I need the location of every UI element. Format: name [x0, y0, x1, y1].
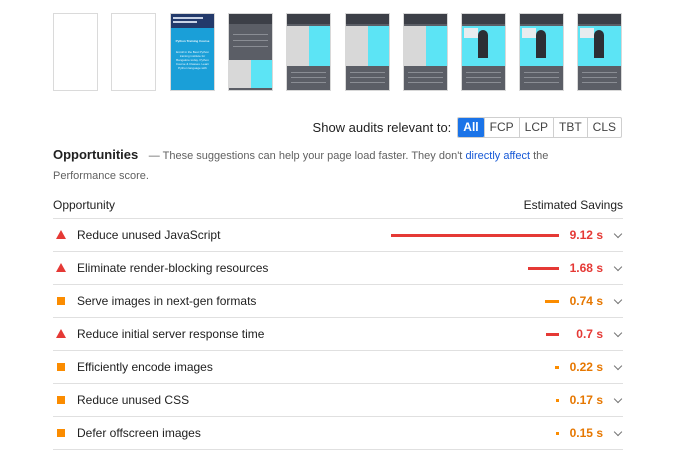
- filter-chip-all[interactable]: All: [458, 118, 484, 137]
- section-description: — These suggestions can help your page l…: [143, 150, 549, 162]
- filmstrip-body: Enroll in the Best Python training insti…: [175, 50, 210, 70]
- fail-triangle-icon: [56, 230, 66, 240]
- description-line2: Performance score.: [53, 170, 149, 182]
- filter-chip-group: All FCP LCP TBT CLS: [457, 117, 622, 138]
- chevron-down-icon[interactable]: [613, 328, 623, 338]
- filter-chip-lcp[interactable]: LCP: [518, 118, 553, 137]
- opportunity-row[interactable]: Reduce initial server response time 0.7 s: [53, 318, 623, 351]
- average-square-icon: [56, 428, 66, 438]
- savings-bar: [556, 432, 559, 435]
- table-body: Reduce unused JavaScript 9.12 s Eliminate …: [53, 219, 623, 450]
- opportunity-row[interactable]: Reduce unused CSS 0.17 s: [53, 384, 623, 417]
- chevron-down-icon[interactable]: [613, 295, 623, 305]
- opportunity-row[interactable]: Efficiently encode images 0.22 s: [53, 351, 623, 384]
- savings-bar: [556, 399, 559, 402]
- audit-filter: Show audits relevant to: All FCP LCP TBT…: [313, 117, 622, 138]
- savings-value: 9.12 s: [569, 228, 603, 242]
- savings-bar: [545, 300, 559, 303]
- chevron-down-icon[interactable]: [613, 262, 623, 272]
- savings-value: 0.15 s: [569, 426, 603, 440]
- savings-bar: [528, 267, 559, 270]
- filmstrip-frame: [228, 13, 273, 91]
- opportunity-row[interactable]: Eliminate render-blocking resources 1.68 …: [53, 252, 623, 285]
- table-header: Opportunity Estimated Savings: [53, 192, 623, 219]
- chevron-down-icon[interactable]: [613, 427, 623, 437]
- column-header-opportunity: Opportunity: [53, 198, 116, 212]
- filmstrip-frame: Python Training Course Enroll in the Bes…: [170, 13, 215, 91]
- chevron-down-icon[interactable]: [613, 361, 623, 371]
- chevron-down-icon[interactable]: [613, 229, 623, 239]
- savings-value: 0.22 s: [569, 360, 603, 374]
- opportunities-header: Opportunities — These suggestions can he…: [53, 145, 573, 186]
- fail-triangle-icon: [56, 329, 66, 339]
- opportunity-label: Reduce initial server response time: [77, 327, 265, 341]
- opportunity-label: Reduce unused CSS: [77, 393, 190, 407]
- filmstrip-frame: [345, 13, 390, 91]
- savings-value: 0.17 s: [569, 393, 603, 407]
- filmstrip-frame: [577, 13, 622, 91]
- filter-label: Show audits relevant to:: [312, 120, 452, 135]
- filmstrip-frame: [286, 13, 331, 91]
- opportunity-label: Eliminate render-blocking resources: [77, 261, 269, 275]
- average-square-icon: [56, 395, 66, 405]
- filter-chip-cls[interactable]: CLS: [586, 118, 621, 137]
- savings-bar: [555, 366, 559, 369]
- opportunity-label: Serve images in next-gen formats: [77, 294, 257, 308]
- average-square-icon: [56, 296, 66, 306]
- savings-value: 0.74 s: [569, 294, 603, 308]
- directly-affect-link[interactable]: directly affect: [465, 150, 530, 162]
- savings-value: 0.7 s: [576, 327, 603, 341]
- opportunity-row[interactable]: Serve images in next-gen formats 0.74 s: [53, 285, 623, 318]
- column-header-savings: Estimated Savings: [523, 198, 623, 212]
- opportunity-label: Defer offscreen images: [77, 426, 201, 440]
- description-suffix: the: [533, 150, 549, 162]
- opportunity-label: Efficiently encode images: [77, 360, 213, 374]
- description-text: — These suggestions can help your page l…: [148, 150, 463, 162]
- filter-chip-tbt[interactable]: TBT: [552, 118, 587, 137]
- opportunity-label: Reduce unused JavaScript: [77, 228, 221, 242]
- filter-chip-fcp[interactable]: FCP: [483, 118, 519, 137]
- filmstrip-frame: [403, 13, 448, 91]
- fail-triangle-icon: [56, 263, 66, 273]
- opportunity-row[interactable]: Defer offscreen images 0.15 s: [53, 417, 623, 450]
- filmstrip-frame: [461, 13, 506, 91]
- filmstrip-heading: Python Training Course: [175, 39, 210, 43]
- section-title: Opportunities: [53, 147, 139, 162]
- opportunity-row[interactable]: Reduce unused JavaScript 9.12 s: [53, 219, 623, 252]
- savings-value: 1.68 s: [569, 261, 603, 275]
- filmstrip-frame: [111, 13, 156, 91]
- filmstrip-frame: [53, 13, 98, 91]
- savings-bar: [391, 234, 559, 237]
- opportunities-table: Opportunity Estimated Savings Reduce unu…: [53, 192, 623, 450]
- savings-bar: [546, 333, 559, 336]
- filmstrip: Python Training Course Enroll in the Bes…: [53, 13, 623, 93]
- chevron-down-icon[interactable]: [613, 394, 623, 404]
- filmstrip-frame: [519, 13, 564, 91]
- average-square-icon: [56, 362, 66, 372]
